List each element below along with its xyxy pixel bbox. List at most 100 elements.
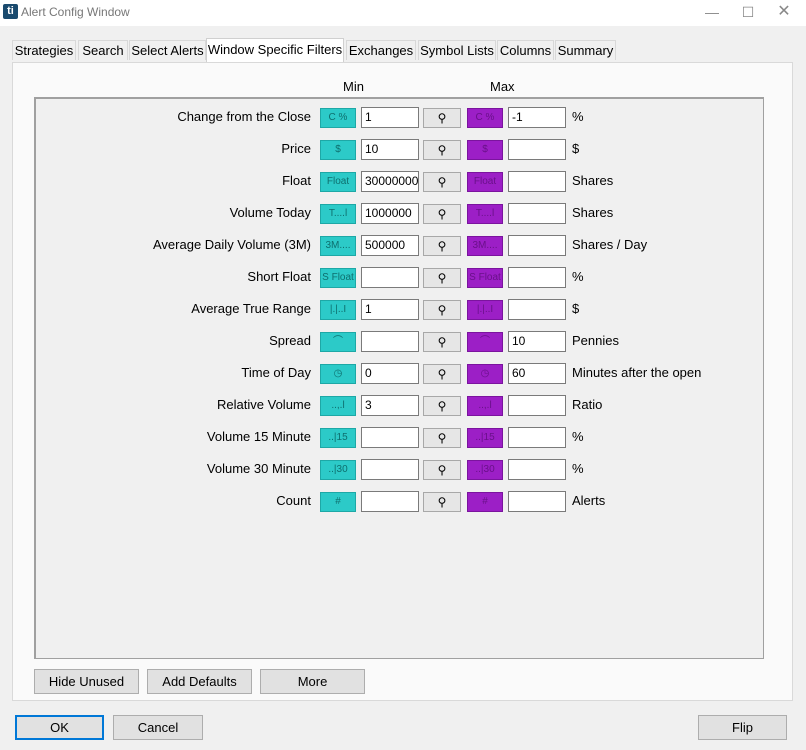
filter-label: Relative Volume	[217, 397, 311, 412]
min-field[interactable]: 1	[361, 299, 419, 320]
unit-label: %	[572, 461, 584, 476]
float-min-icon[interactable]: Float	[320, 172, 356, 192]
min-field[interactable]	[361, 427, 419, 448]
ok-button[interactable]: OK	[15, 715, 104, 740]
tab-symbol-lists[interactable]: Symbol Lists	[418, 40, 496, 60]
min-field[interactable]: 10	[361, 139, 419, 160]
change-percent-min-icon[interactable]: C %	[320, 108, 356, 128]
min-field[interactable]: 30000000	[361, 171, 419, 192]
hash-min-icon[interactable]: #	[320, 492, 356, 512]
max-field[interactable]	[508, 139, 566, 160]
search-icon[interactable]: ⚲	[423, 428, 461, 448]
short-float-max-icon[interactable]: S Float	[467, 268, 503, 288]
tab-strategies[interactable]: Strategies	[12, 40, 76, 60]
unit-label: %	[572, 109, 584, 124]
min-field[interactable]	[361, 459, 419, 480]
min-column-header: Min	[343, 79, 364, 94]
search-icon[interactable]: ⚲	[423, 204, 461, 224]
atr-max-icon[interactable]: |.|..I	[467, 300, 503, 320]
unit-label: Shares / Day	[572, 237, 648, 252]
min-field[interactable]: 500000	[361, 235, 419, 256]
min-field[interactable]: 3	[361, 395, 419, 416]
max-field[interactable]: 60	[508, 363, 566, 384]
unit-label: Shares	[572, 173, 614, 188]
unit-label: %	[572, 269, 584, 284]
tab-window-specific-filters[interactable]: Window Specific Filters	[206, 38, 344, 62]
volume-15-min-icon[interactable]: ..|15	[320, 428, 356, 448]
tab-summary[interactable]: Summary	[555, 40, 616, 60]
min-field[interactable]	[361, 267, 419, 288]
flip-button[interactable]: Flip	[698, 715, 787, 740]
relative-volume-min-icon[interactable]: ..,.l	[320, 396, 356, 416]
close-button[interactable]: ✕	[762, 0, 806, 26]
unit-label: $	[572, 141, 580, 156]
search-icon[interactable]: ⚲	[423, 268, 461, 288]
max-field[interactable]	[508, 395, 566, 416]
atr-min-icon[interactable]: |.|..I	[320, 300, 356, 320]
max-field[interactable]	[508, 235, 566, 256]
hide-unused-button[interactable]: Hide Unused	[34, 669, 139, 694]
short-float-min-icon[interactable]: S Float	[320, 268, 356, 288]
filter-label: Price	[281, 141, 311, 156]
float-max-icon[interactable]: Float	[467, 172, 503, 192]
filter-label: Average True Range	[191, 301, 311, 316]
max-field[interactable]: 10	[508, 331, 566, 352]
search-icon[interactable]: ⚲	[423, 332, 461, 352]
search-icon[interactable]: ⚲	[423, 172, 461, 192]
search-icon[interactable]: ⚲	[423, 492, 461, 512]
search-icon[interactable]: ⚲	[423, 300, 461, 320]
volume-today-max-icon[interactable]: T....l	[467, 204, 503, 224]
max-field[interactable]	[508, 267, 566, 288]
tab-select-alerts[interactable]: Select Alerts	[129, 40, 206, 60]
app-logo-icon: ti	[3, 4, 18, 19]
volume-30-max-icon[interactable]: ..|30	[467, 460, 503, 480]
min-field[interactable]: 0	[361, 363, 419, 384]
search-icon[interactable]: ⚲	[423, 108, 461, 128]
max-field[interactable]	[508, 203, 566, 224]
max-field[interactable]	[508, 427, 566, 448]
max-field[interactable]	[508, 491, 566, 512]
search-icon[interactable]: ⚲	[423, 460, 461, 480]
volume-today-min-icon[interactable]: T....l	[320, 204, 356, 224]
avg-volume-max-icon[interactable]: 3M....	[467, 236, 503, 256]
cancel-button[interactable]: Cancel	[113, 715, 203, 740]
dollar-min-icon[interactable]: $	[320, 140, 356, 160]
spread-max-icon[interactable]: ⌒	[467, 332, 503, 352]
clock-min-icon[interactable]: ◷	[320, 364, 356, 384]
search-icon[interactable]: ⚲	[423, 364, 461, 384]
min-field[interactable]	[361, 491, 419, 512]
tab-columns[interactable]: Columns	[497, 40, 554, 60]
max-column-header: Max	[490, 79, 515, 94]
search-icon[interactable]: ⚲	[423, 396, 461, 416]
change-percent-max-icon[interactable]: C %	[467, 108, 503, 128]
unit-label: Shares	[572, 205, 614, 220]
unit-label: %	[572, 429, 584, 444]
max-field[interactable]	[508, 299, 566, 320]
clock-max-icon[interactable]: ◷	[467, 364, 503, 384]
more-button[interactable]: More	[260, 669, 365, 694]
tab-exchanges[interactable]: Exchanges	[346, 40, 416, 60]
search-icon[interactable]: ⚲	[423, 236, 461, 256]
filter-label: Volume 15 Minute	[206, 429, 311, 444]
max-field[interactable]	[508, 459, 566, 480]
min-field[interactable]: 1000000	[361, 203, 419, 224]
filter-label: Volume Today	[229, 205, 311, 220]
relative-volume-max-icon[interactable]: ..,.l	[467, 396, 503, 416]
dollar-max-icon[interactable]: $	[467, 140, 503, 160]
max-field[interactable]	[508, 171, 566, 192]
title-bar: ti Alert Config Window — ☐ ✕	[0, 0, 806, 26]
tab-search[interactable]: Search	[78, 40, 128, 60]
max-field[interactable]: -1	[508, 107, 566, 128]
volume-15-max-icon[interactable]: ..|15	[467, 428, 503, 448]
filter-label: Change from the Close	[177, 109, 311, 124]
hash-max-icon[interactable]: #	[467, 492, 503, 512]
avg-volume-min-icon[interactable]: 3M....	[320, 236, 356, 256]
filter-label: Volume 30 Minute	[206, 461, 311, 476]
unit-label: Ratio	[572, 397, 603, 412]
spread-min-icon[interactable]: ⌒	[320, 332, 356, 352]
min-field[interactable]: 1	[361, 107, 419, 128]
add-defaults-button[interactable]: Add Defaults	[147, 669, 252, 694]
min-field[interactable]	[361, 331, 419, 352]
search-icon[interactable]: ⚲	[423, 140, 461, 160]
volume-30-min-icon[interactable]: ..|30	[320, 460, 356, 480]
